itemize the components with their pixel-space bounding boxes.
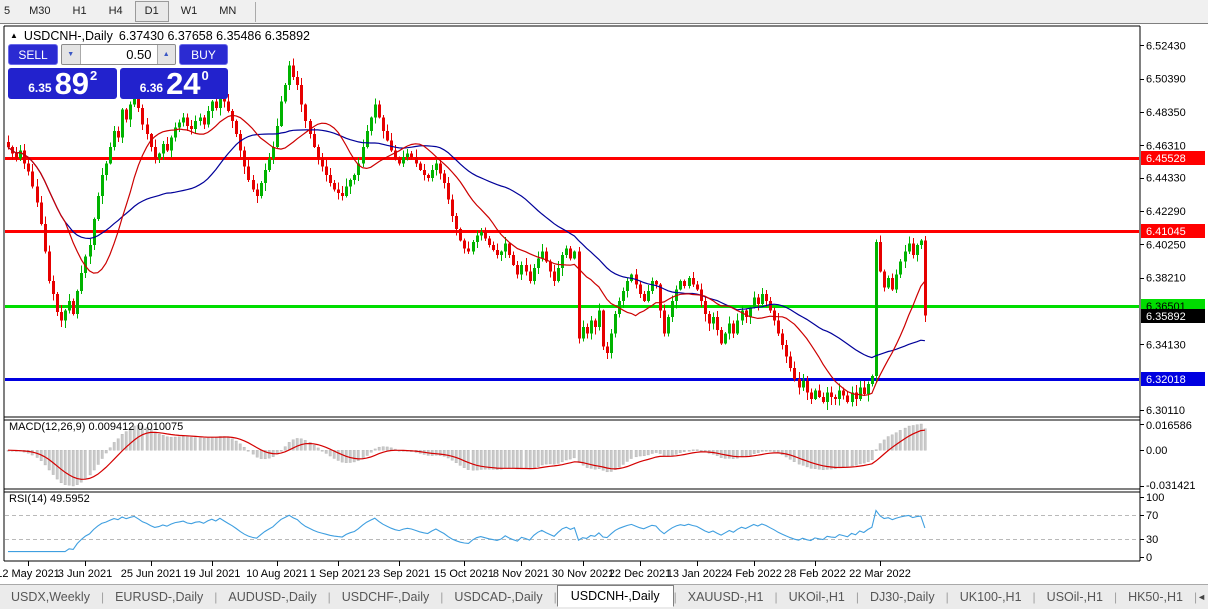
tab-usdchf-daily[interactable]: USDCHF-,Daily xyxy=(331,587,441,607)
date-axis: 12 May 20213 Jun 2021 25 Jun 2021 19 Jul 2… xyxy=(0,561,911,580)
buy-price-display[interactable]: 6.36 24 0 xyxy=(119,65,228,101)
svg-text:13 Jan 2022: 13 Jan 2022 xyxy=(667,568,728,580)
svg-text:6.48350: 6.48350 xyxy=(1146,107,1186,119)
buy-price-prefix: 6.36 xyxy=(139,80,164,95)
timeframe-button-d1[interactable]: D1 xyxy=(134,1,169,22)
tab-usdcnh-daily[interactable]: USDCNH-,Daily xyxy=(556,585,674,607)
svg-text:70: 70 xyxy=(1146,510,1158,522)
tab-eurusd-daily[interactable]: EURUSD-,Daily xyxy=(104,587,214,607)
svg-text:0.016586: 0.016586 xyxy=(1146,420,1192,432)
svg-text:23 Sep 2021: 23 Sep 2021 xyxy=(368,568,430,580)
chart-frame xyxy=(3,25,1141,562)
svg-text:6.50390: 6.50390 xyxy=(1146,74,1186,86)
svg-text:3 Jun 2021: 3 Jun 2021 xyxy=(58,568,112,580)
tab-audusd-daily[interactable]: AUDUSD-,Daily xyxy=(217,587,327,607)
svg-text:6.32018: 6.32018 xyxy=(1146,374,1186,386)
svg-text:6.45528: 6.45528 xyxy=(1146,153,1186,165)
svg-text:22 Dec 2021: 22 Dec 2021 xyxy=(609,568,671,580)
tab-scroll-left-icon[interactable]: ◄ xyxy=(1197,592,1206,602)
tab-scroll-controls: ◄► xyxy=(1197,592,1208,602)
toolbar-separator xyxy=(255,1,257,22)
svg-text:4 Feb 2022: 4 Feb 2022 xyxy=(726,568,782,580)
svg-text:6.46310: 6.46310 xyxy=(1146,140,1186,152)
chart-title: ▲ USDCNH-,Daily 6.37430 6.37658 6.35486 … xyxy=(10,29,310,43)
timeframe-button-w1[interactable]: W1 xyxy=(171,1,208,22)
svg-text:22 Mar 2022: 22 Mar 2022 xyxy=(849,568,911,580)
tab-uk100-h1[interactable]: UK100-,H1 xyxy=(949,587,1033,607)
svg-text:30 Nov 2021: 30 Nov 2021 xyxy=(552,568,614,580)
chart-symbol-label: USDCNH-,Daily xyxy=(23,29,113,43)
chart-ohlc-values: 6.37430 6.37658 6.35486 6.35892 xyxy=(118,29,310,43)
timeframe-button-5[interactable]: 5 xyxy=(1,1,17,22)
sell-button[interactable]: SELL xyxy=(8,44,58,65)
svg-text:30: 30 xyxy=(1146,534,1158,546)
svg-text:6.30110: 6.30110 xyxy=(1146,405,1185,417)
rsi-axis: 100 70 30 0 xyxy=(1140,492,1164,564)
symbol-tab-bar: USDX,Weekly | EURUSD-,Daily | AUDUSD-,Daily |… xyxy=(0,584,1208,609)
volume-increase-button[interactable]: ▲ xyxy=(157,45,175,64)
svg-text:6.40250: 6.40250 xyxy=(1146,239,1186,251)
sell-price-prefix: 6.35 xyxy=(28,80,52,95)
rsi-levels xyxy=(5,515,1139,540)
sell-price-pip: 2 xyxy=(90,68,98,83)
svg-text:6.52430: 6.52430 xyxy=(1146,40,1186,52)
timeframe-button-h1[interactable]: H1 xyxy=(63,1,97,22)
svg-text:6.35892: 6.35892 xyxy=(1146,311,1186,323)
svg-text:0.00: 0.00 xyxy=(1146,445,1167,457)
tab-hk50-h1[interactable]: HK50-,H1 xyxy=(1117,587,1194,607)
sell-price-big: 89 xyxy=(54,65,90,101)
svg-text:15 Oct 2021: 15 Oct 2021 xyxy=(434,568,494,580)
svg-text:100: 100 xyxy=(1146,492,1164,504)
buy-price-pip: 0 xyxy=(201,68,209,83)
current-price-label: 6.35892 xyxy=(1141,309,1205,323)
rsi-line xyxy=(8,509,926,553)
macd-axis: 0.016586 0.00 -0.031421 xyxy=(1140,420,1196,492)
svg-text:28 Feb 2022: 28 Feb 2022 xyxy=(784,568,846,580)
svg-text:-0.031421: -0.031421 xyxy=(1146,480,1196,492)
volume-stepper: ▼ ▲ xyxy=(61,44,176,65)
svg-text:6.42290: 6.42290 xyxy=(1146,206,1186,218)
svg-text:6.34130: 6.34130 xyxy=(1146,339,1186,351)
svg-text:0: 0 xyxy=(1146,552,1152,564)
macd-indicator-label: MACD(12,26,9) 0.009412 0.010075 xyxy=(9,421,184,433)
svg-text:8 Nov 2021: 8 Nov 2021 xyxy=(493,568,549,580)
candles-layer xyxy=(7,58,927,410)
tab-ukoil-h1[interactable]: UKOil-,H1 xyxy=(778,587,856,607)
buy-price-big: 24 xyxy=(166,65,201,101)
svg-text:10 Aug 2021: 10 Aug 2021 xyxy=(246,568,308,580)
svg-text:6.38210: 6.38210 xyxy=(1146,273,1186,285)
timeframe-toolbar: 5 M30 H1 H4 D1 W1 MN xyxy=(0,0,1208,24)
buy-button[interactable]: BUY xyxy=(179,44,228,65)
timeframe-button-mn[interactable]: MN xyxy=(209,1,246,22)
volume-decrease-button[interactable]: ▼ xyxy=(62,45,80,64)
trading-platform-window: 5 M30 H1 H4 D1 W1 MN 6.52430 6.50390 6.48350 6.46… xyxy=(0,0,1208,612)
tab-usdcad-daily[interactable]: USDCAD-,Daily xyxy=(443,587,553,607)
rsi-indicator-label: RSI(14) 49.5952 xyxy=(9,493,90,505)
macd-signal-line xyxy=(7,429,925,480)
svg-text:6.41045: 6.41045 xyxy=(1146,226,1186,238)
volume-input[interactable] xyxy=(79,45,158,64)
svg-text:25 Jun 2021: 25 Jun 2021 xyxy=(121,568,182,580)
svg-text:19 Jul 2021: 19 Jul 2021 xyxy=(184,568,241,580)
svg-text:12 May 2021: 12 May 2021 xyxy=(0,568,60,580)
svg-text:6.44330: 6.44330 xyxy=(1146,173,1186,185)
timeframe-button-m30[interactable]: M30 xyxy=(19,1,60,22)
tab-dj30-daily[interactable]: DJ30-,Daily xyxy=(859,587,946,607)
timeframe-button-h4[interactable]: H4 xyxy=(99,1,133,22)
tab-usdx-weekly[interactable]: USDX,Weekly xyxy=(0,587,101,607)
tab-xauusd-h1[interactable]: XAUUSD-,H1 xyxy=(677,587,775,607)
svg-text:1 Sep 2021: 1 Sep 2021 xyxy=(310,568,366,580)
tab-usoil-h1[interactable]: USOil-,H1 xyxy=(1036,587,1114,607)
one-click-trade-panel: SELL ▼ ▲ BUY 6.35 89 2 6.36 24 0 xyxy=(8,44,228,99)
ma-slow-line xyxy=(7,129,925,359)
sell-price-display[interactable]: 6.35 89 2 xyxy=(8,68,117,99)
collapse-chart-icon[interactable]: ▲ xyxy=(10,31,18,40)
